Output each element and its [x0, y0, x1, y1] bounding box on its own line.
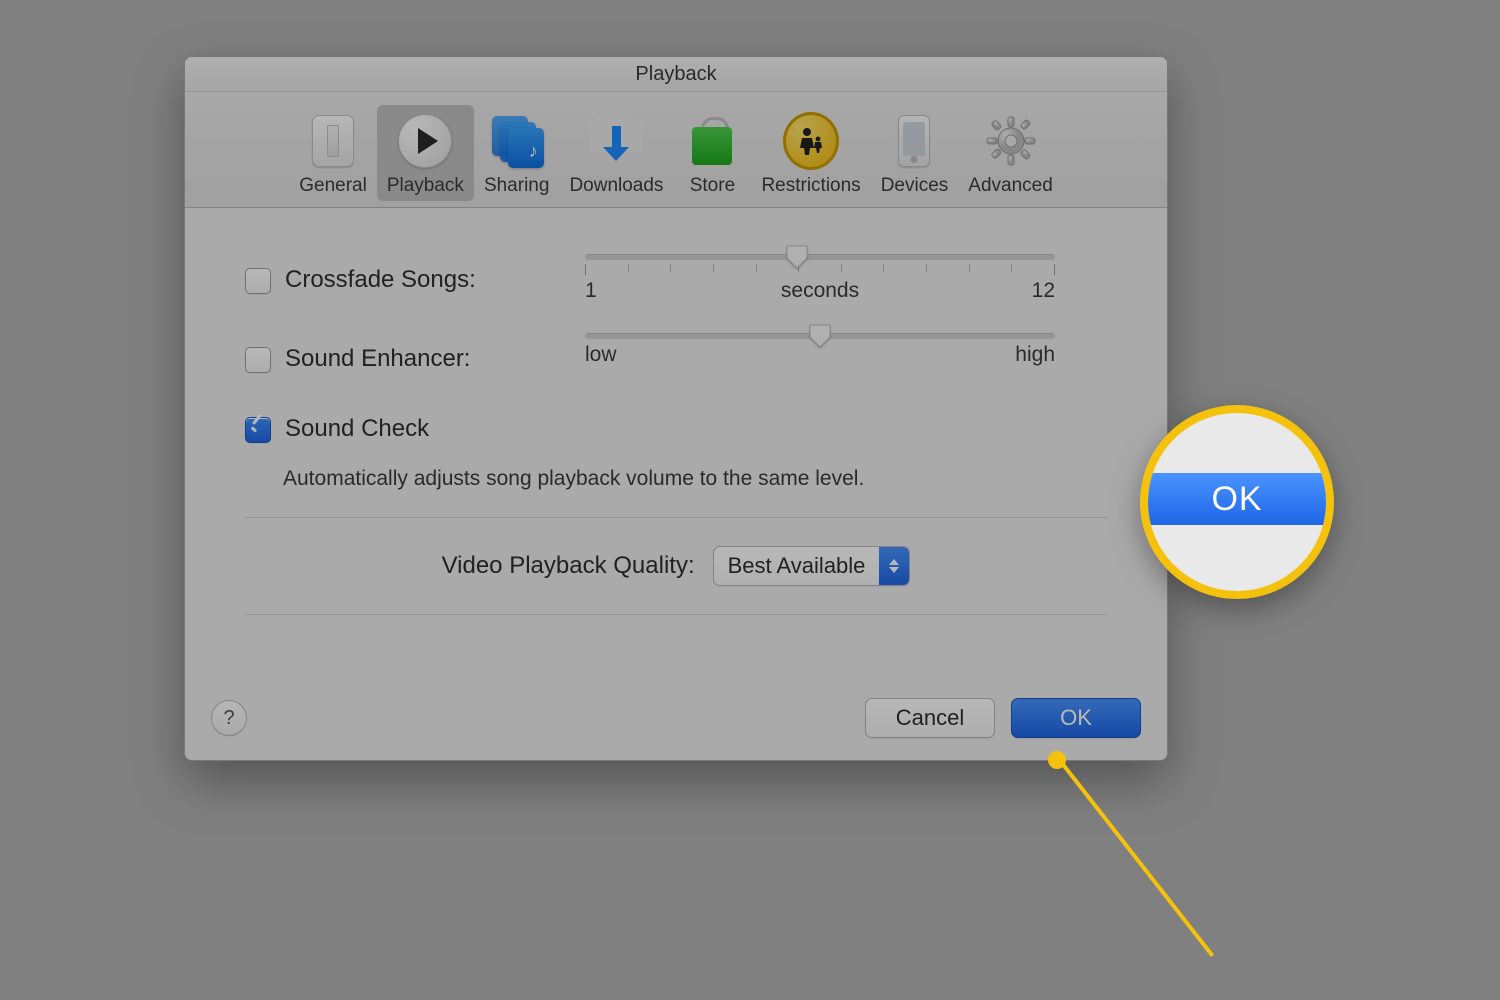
sound-enhancer-slider[interactable]: low high	[585, 333, 1055, 367]
parental-controls-icon	[783, 113, 839, 169]
ok-button[interactable]: OK	[1011, 698, 1141, 738]
video-quality-label: Video Playback Quality:	[442, 552, 695, 580]
video-quality-value: Best Available	[728, 553, 866, 579]
crossfade-slider[interactable]: 1 seconds 12	[585, 254, 1055, 303]
toolbar-item-general[interactable]: General	[289, 105, 377, 201]
toolbar-label: Downloads	[569, 175, 663, 197]
sound-enhancer-row: Sound Enhancer: low high	[245, 345, 1107, 373]
toolbar-label: Store	[690, 175, 735, 197]
slider-max-label: 12	[1032, 279, 1055, 303]
slider-thumb[interactable]	[808, 323, 832, 349]
video-quality-select[interactable]: Best Available	[713, 546, 911, 586]
ok-button-label: OK	[1060, 705, 1092, 731]
toolbar-label: Playback	[387, 175, 464, 197]
window-title: Playback	[185, 57, 1167, 92]
cancel-button[interactable]: Cancel	[865, 698, 995, 738]
phone-icon	[886, 113, 942, 169]
help-icon: ?	[223, 707, 234, 730]
preferences-body: Crossfade Songs: 1 seconds 12	[185, 208, 1167, 615]
cloud-download-icon	[588, 113, 644, 169]
toolbar-item-store[interactable]: Store	[673, 105, 751, 201]
toolbar-item-playback[interactable]: Playback	[377, 105, 474, 201]
toolbar-item-restrictions[interactable]: Restrictions	[751, 105, 870, 201]
crossfade-label: Crossfade Songs:	[285, 266, 476, 294]
slider-ticks	[585, 264, 1055, 275]
toolbar-label: Restrictions	[761, 175, 860, 197]
callout-leader-line	[1057, 758, 1214, 957]
video-quality-row: Video Playback Quality: Best Available	[245, 546, 1107, 586]
sound-enhancer-checkbox[interactable]	[245, 347, 271, 373]
slider-min-label: 1	[585, 279, 597, 303]
divider	[245, 614, 1107, 615]
crossfade-checkbox[interactable]	[245, 268, 271, 294]
slider-min-label: low	[585, 343, 617, 367]
toolbar-item-advanced[interactable]: Advanced	[958, 105, 1063, 201]
divider	[245, 517, 1107, 518]
cancel-button-label: Cancel	[896, 705, 964, 731]
preferences-window: Playback General Playback ♪ Sharing Down…	[184, 56, 1168, 761]
help-button[interactable]: ?	[211, 700, 247, 736]
sound-check-label: Sound Check	[285, 415, 429, 443]
callout-magnifier: OK	[1140, 405, 1334, 599]
music-sharing-icon: ♪	[489, 113, 545, 169]
toolbar-item-downloads[interactable]: Downloads	[559, 105, 673, 201]
switch-icon	[305, 113, 361, 169]
play-icon	[397, 113, 453, 169]
toolbar-label: General	[299, 175, 367, 197]
sound-check-row: Sound Check Automatically adjusts song p…	[245, 415, 1107, 491]
shopping-bag-icon	[684, 113, 740, 169]
toolbar-label: Advanced	[968, 175, 1053, 197]
slider-thumb[interactable]	[785, 244, 809, 270]
crossfade-row: Crossfade Songs: 1 seconds 12	[245, 266, 1107, 303]
select-stepper-icon	[879, 547, 909, 585]
toolbar-label: Sharing	[484, 175, 550, 197]
preferences-toolbar: General Playback ♪ Sharing Downloads Sto…	[185, 92, 1167, 208]
callout-ok-label: OK	[1140, 473, 1334, 525]
slider-track	[585, 254, 1055, 260]
dialog-button-bar: ? Cancel OK	[185, 678, 1167, 760]
sound-check-checkbox[interactable]	[245, 417, 271, 443]
sound-enhancer-label: Sound Enhancer:	[285, 345, 470, 373]
toolbar-label: Devices	[881, 175, 949, 197]
slider-max-label: high	[1015, 343, 1055, 367]
gear-icon	[983, 113, 1039, 169]
slider-mid-label: seconds	[781, 279, 859, 303]
toolbar-item-devices[interactable]: Devices	[871, 105, 959, 201]
sound-check-description: Automatically adjusts song playback volu…	[283, 467, 864, 491]
toolbar-item-sharing[interactable]: ♪ Sharing	[474, 105, 560, 201]
